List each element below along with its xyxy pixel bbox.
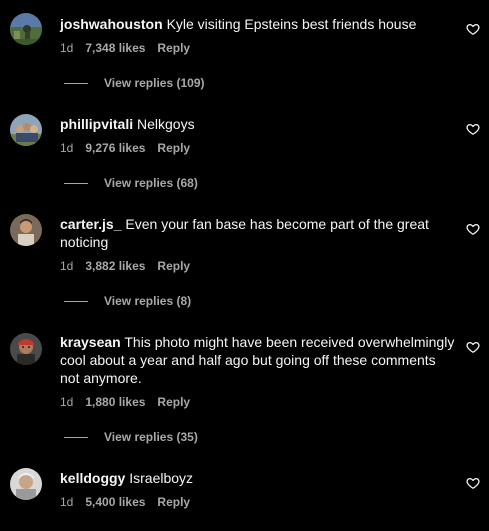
view-replies-button[interactable]: View replies (109): [64, 76, 205, 90]
comment-likes[interactable]: 5,400 likes: [85, 495, 145, 509]
comment-meta: 1d 9,276 likes Reply: [60, 141, 202, 155]
comment-likes[interactable]: 1,880 likes: [85, 395, 145, 409]
comment-time: 1d: [60, 259, 74, 273]
comment-body: carter.js_ Even your fan base has become…: [60, 215, 440, 251]
view-replies-button[interactable]: View replies (68): [64, 176, 198, 190]
comment-body: kelldoggy Israelboyz: [60, 469, 460, 487]
comment-username[interactable]: kraysean: [60, 334, 121, 350]
reply-button[interactable]: Reply: [157, 259, 190, 273]
view-replies-button[interactable]: View replies (35): [64, 430, 198, 444]
comment-meta: 1d 1,880 likes Reply: [60, 395, 202, 409]
reply-button[interactable]: Reply: [157, 395, 190, 409]
comment-username[interactable]: carter.js_: [60, 216, 122, 232]
heart-icon[interactable]: [466, 222, 480, 236]
view-replies-label: View replies (109): [104, 76, 205, 90]
comment-text: Nelkgoys: [137, 116, 195, 132]
reply-button[interactable]: Reply: [157, 41, 190, 55]
comment-text: Israelboyz: [129, 470, 194, 486]
view-replies-label: View replies (35): [104, 430, 198, 444]
heart-icon[interactable]: [466, 22, 480, 36]
avatar[interactable]: [10, 214, 42, 246]
comment-meta: 1d 7,348 likes Reply: [60, 41, 202, 55]
comment-body: phillipvitali Nelkgoys: [60, 115, 460, 133]
comment-username[interactable]: kelldoggy: [60, 470, 125, 486]
comment-time: 1d: [60, 395, 74, 409]
comment-likes[interactable]: 3,882 likes: [85, 259, 145, 273]
comment-likes[interactable]: 7,348 likes: [85, 41, 145, 55]
comment-time: 1d: [60, 141, 74, 155]
heart-icon[interactable]: [466, 340, 480, 354]
avatar[interactable]: [10, 114, 42, 146]
replies-divider: [64, 437, 88, 439]
view-replies-button[interactable]: View replies (8): [64, 294, 191, 308]
heart-icon[interactable]: [466, 476, 480, 490]
avatar[interactable]: [10, 333, 42, 365]
reply-button[interactable]: Reply: [157, 141, 190, 155]
avatar[interactable]: [10, 13, 42, 45]
comment-meta: 1d 5,400 likes Reply: [60, 495, 202, 509]
view-replies-label: View replies (68): [104, 176, 198, 190]
heart-icon[interactable]: [466, 122, 480, 136]
comment-time: 1d: [60, 495, 74, 509]
comment-body: joshwahouston Kyle visiting Epsteins bes…: [60, 15, 460, 33]
comment-body: kraysean This photo might have been rece…: [60, 333, 455, 387]
comment-username[interactable]: phillipvitali: [60, 116, 133, 132]
comment-likes[interactable]: 9,276 likes: [85, 141, 145, 155]
avatar[interactable]: [10, 468, 42, 500]
comment-meta: 1d 3,882 likes Reply: [60, 259, 202, 273]
reply-button[interactable]: Reply: [157, 495, 190, 509]
replies-divider: [64, 301, 88, 303]
comment-time: 1d: [60, 41, 74, 55]
comment-username[interactable]: joshwahouston: [60, 16, 163, 32]
replies-divider: [64, 83, 88, 85]
view-replies-label: View replies (8): [104, 294, 192, 308]
replies-divider: [64, 183, 88, 185]
comment-text: Kyle visiting Epsteins best friends hous…: [166, 16, 417, 32]
